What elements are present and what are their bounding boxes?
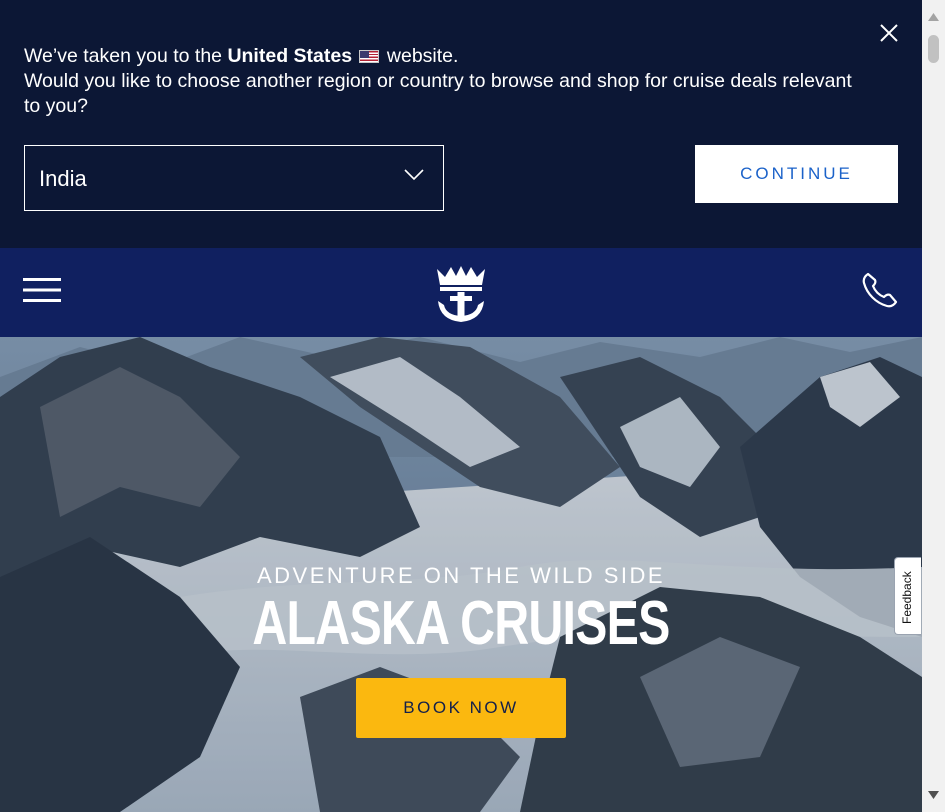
region-select-value: India	[39, 166, 87, 191]
hero-title: ALASKA CRUISES	[252, 589, 670, 658]
hero-eyebrow: ADVENTURE ON THE WILD SIDE	[256, 563, 666, 588]
region-message-line2: Would you like to choose another region …	[24, 70, 852, 117]
phone-icon[interactable]	[860, 270, 900, 310]
book-now-button[interactable]: BOOK NOW	[356, 678, 566, 738]
scroll-up-arrow-icon[interactable]	[927, 12, 940, 22]
close-icon	[880, 24, 898, 42]
region-message: We’ve taken you to the United States web…	[24, 44, 854, 119]
region-banner: We’ve taken you to the United States web…	[0, 0, 922, 248]
region-message-country: United States	[227, 45, 353, 67]
hero-banner: ADVENTURE ON THE WILD SIDE ALASKA CRUISE…	[0, 337, 922, 812]
us-flag-icon	[359, 50, 380, 63]
vertical-scrollbar[interactable]	[922, 0, 945, 812]
scrollbar-thumb[interactable]	[928, 35, 939, 63]
region-message-pre: We’ve taken you to the	[24, 45, 228, 67]
hamburger-menu-icon[interactable]	[23, 277, 61, 303]
region-message-post: website.	[386, 45, 459, 67]
feedback-tab[interactable]: Feedback	[894, 557, 921, 635]
continue-button[interactable]: CONTINUE	[695, 145, 898, 203]
close-banner-button[interactable]	[878, 22, 900, 44]
region-select[interactable]: India	[24, 145, 444, 211]
crown-anchor-logo-icon[interactable]	[434, 265, 488, 323]
feedback-label: Feedback	[900, 571, 914, 624]
scroll-down-arrow-icon[interactable]	[927, 790, 940, 800]
chevron-down-icon	[404, 169, 424, 181]
